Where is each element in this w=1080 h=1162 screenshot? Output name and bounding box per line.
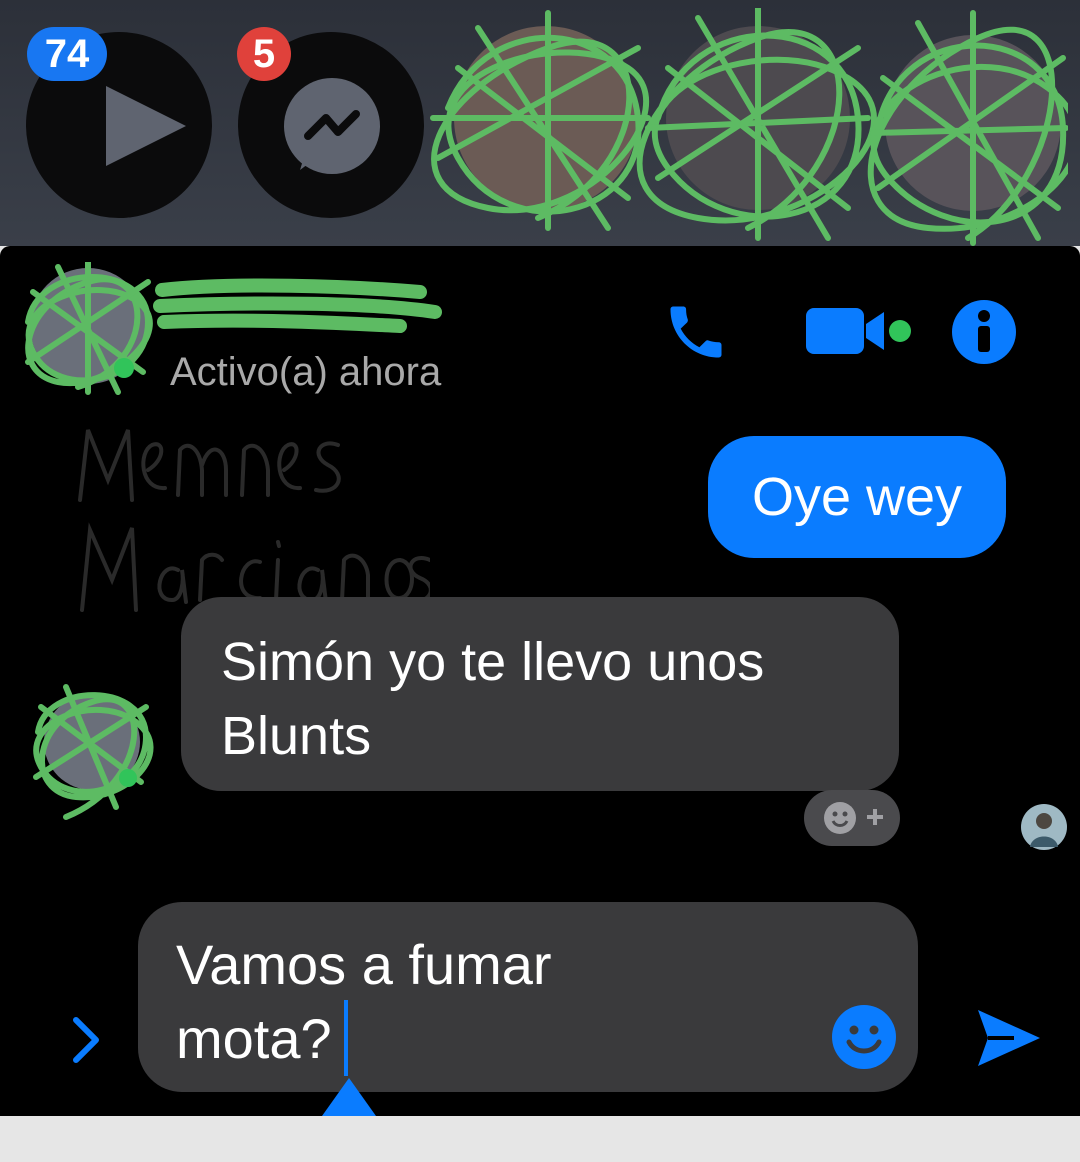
send-icon[interactable] — [974, 1004, 1044, 1072]
redacted-chat-heads[interactable] — [428, 8, 1068, 248]
info-icon[interactable] — [950, 298, 1018, 366]
video-camera-icon[interactable] — [804, 304, 916, 356]
message-input-text[interactable]: Vamos a fumar mota? — [176, 928, 776, 1076]
text-cursor — [344, 1000, 348, 1076]
outgoing-message[interactable]: Oye wey — [708, 436, 1006, 558]
phone-icon[interactable] — [662, 298, 730, 366]
chevron-right-icon[interactable] — [66, 1012, 106, 1068]
seen-receipt-avatar — [1021, 804, 1067, 850]
active-status-text: Activo(a) ahora — [170, 350, 442, 394]
message-input[interactable]: Vamos a fumar mota? — [138, 902, 918, 1092]
chat-heads-bar: 74 5 — [0, 0, 1080, 246]
add-reaction-button[interactable] — [804, 790, 900, 846]
redacted-contact-name — [153, 278, 442, 333]
contact-avatar[interactable] — [18, 262, 158, 397]
notification-badge: 74 — [27, 27, 107, 81]
emoji-add-icon — [824, 802, 883, 834]
active-status-dot — [114, 358, 134, 378]
emoji-icon[interactable] — [831, 1004, 897, 1070]
notification-badge: 5 — [237, 27, 291, 81]
navigation-bar-strip — [0, 1116, 1080, 1162]
incoming-message[interactable]: Simón yo te llevo unos Blunts — [181, 597, 899, 791]
contact-avatar-small — [33, 684, 154, 820]
